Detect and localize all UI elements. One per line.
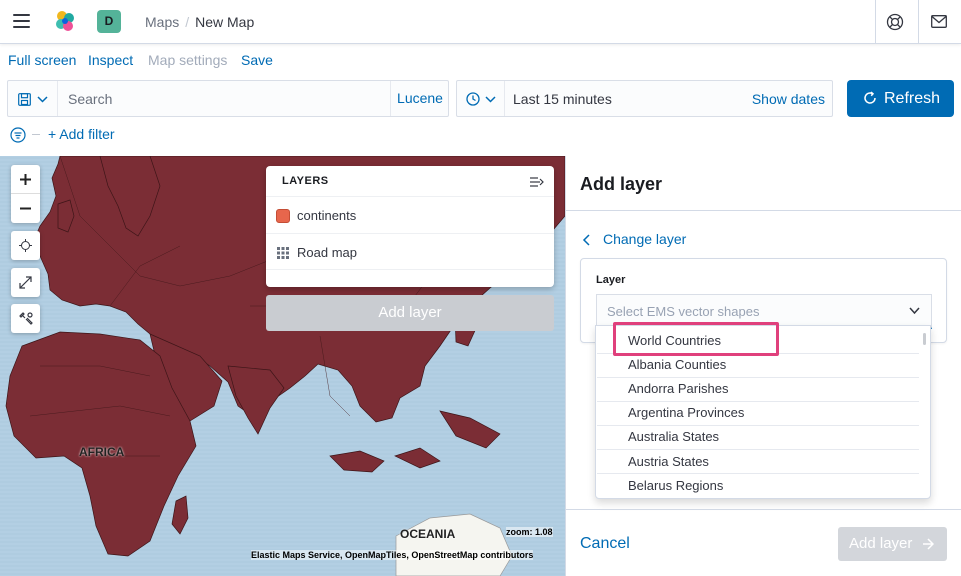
inspect-link[interactable]: Inspect (88, 52, 133, 68)
time-range-text[interactable]: Last 15 minutes (513, 91, 612, 107)
chevron-left-icon (582, 234, 590, 246)
zoom-in-button[interactable] (11, 165, 40, 194)
flyout-title: Add layer (580, 174, 663, 194)
chevron-down-icon (37, 96, 48, 103)
add-layer-submit-button: Add layer (838, 527, 947, 561)
breadcrumb: Maps / New Map (145, 14, 254, 30)
menu-icon[interactable] (13, 14, 30, 28)
combo-placeholder: Select EMS vector shapes (607, 304, 760, 319)
query-language-button[interactable]: Lucene (390, 81, 449, 116)
chevron-down-icon (485, 96, 496, 103)
map-label-africa: AFRICA (79, 445, 125, 459)
top-header: D Maps / New Map (0, 0, 961, 44)
set-view-button[interactable] (11, 231, 40, 260)
layer-field-label: Layer (596, 274, 626, 286)
saved-query-button[interactable] (8, 81, 58, 116)
refresh-icon (864, 91, 876, 104)
search-input[interactable]: Search (68, 91, 112, 107)
space-avatar[interactable]: D (97, 10, 121, 33)
refresh-label: Refresh (884, 90, 941, 107)
option-albania-counties[interactable]: Albania Counties (596, 353, 918, 377)
add-layer-button-disabled: Add layer (266, 295, 554, 331)
tools-button[interactable] (11, 304, 40, 333)
help-icon[interactable] (886, 13, 904, 31)
show-dates-button[interactable]: Show dates (752, 91, 825, 107)
save-icon (18, 93, 31, 106)
add-layer-submit-label: Add layer (849, 535, 913, 552)
zoom-level: zoom: 1.08 (506, 527, 553, 537)
zoom-controls (11, 165, 40, 223)
query-search-bar: Search Lucene (7, 80, 449, 117)
fit-to-data-button[interactable] (11, 268, 40, 297)
breadcrumb-current: New Map (195, 14, 255, 30)
locate-control (11, 231, 40, 260)
chevron-down-icon[interactable] (909, 307, 920, 315)
zoom-out-button[interactable] (11, 194, 40, 223)
plus-icon (20, 173, 31, 185)
layer-control-panel: LAYERS continents Road map (266, 166, 554, 287)
layer-row-road-map[interactable]: Road map (266, 233, 554, 270)
cancel-button[interactable]: Cancel (580, 535, 630, 553)
newsfeed-icon[interactable] (931, 15, 947, 28)
option-belarus-regions[interactable]: Belarus Regions (596, 474, 918, 498)
arrow-right-icon (923, 538, 934, 550)
header-divider (918, 0, 919, 44)
highlight-annotation (613, 322, 779, 356)
full-screen-link[interactable]: Full screen (8, 52, 76, 68)
option-australia-states[interactable]: Australia States (596, 425, 918, 449)
layer-row-continents[interactable]: continents (266, 196, 554, 233)
layer-name: continents (297, 208, 357, 223)
crosshair-icon (19, 239, 32, 252)
wrench-icon (18, 311, 33, 325)
flyout-divider (566, 210, 961, 211)
grid-icon (277, 247, 289, 259)
option-argentina-provinces[interactable]: Argentina Provinces (596, 401, 918, 425)
breadcrumb-separator: / (185, 14, 190, 30)
change-layer-label: Change layer (603, 231, 687, 247)
add-filter-button[interactable]: + Add filter (48, 126, 115, 142)
footer-divider (566, 509, 961, 510)
map-attribution[interactable]: Elastic Maps Service, OpenMapTiles, Open… (251, 550, 534, 560)
breadcrumb-maps[interactable]: Maps (145, 14, 179, 30)
map-label-oceania: OCEANIA (400, 527, 456, 541)
refresh-button[interactable]: Refresh (847, 80, 954, 117)
header-divider (875, 0, 876, 44)
option-andorra-parishes[interactable]: Andorra Parishes (596, 377, 918, 401)
time-picker: Last 15 minutes Show dates (456, 80, 833, 117)
option-austria-states[interactable]: Austria States (596, 450, 918, 474)
map-settings-link: Map settings (148, 52, 228, 68)
minus-icon (20, 207, 31, 210)
fullscreen-control (11, 268, 40, 297)
elastic-logo-icon[interactable] (53, 9, 77, 33)
expand-icon (19, 276, 32, 289)
scrollbar[interactable] (923, 333, 926, 345)
polygon-swatch-icon (276, 209, 290, 223)
filter-divider (32, 134, 40, 135)
collapse-panel-icon[interactable] (530, 176, 544, 188)
quick-time-menu-button[interactable] (457, 81, 505, 116)
save-link[interactable]: Save (241, 52, 273, 68)
filter-icon[interactable] (10, 127, 26, 143)
layer-name: Road map (297, 245, 357, 260)
clock-icon (466, 92, 480, 106)
tools-control (11, 304, 40, 333)
layers-title: LAYERS (282, 175, 329, 187)
